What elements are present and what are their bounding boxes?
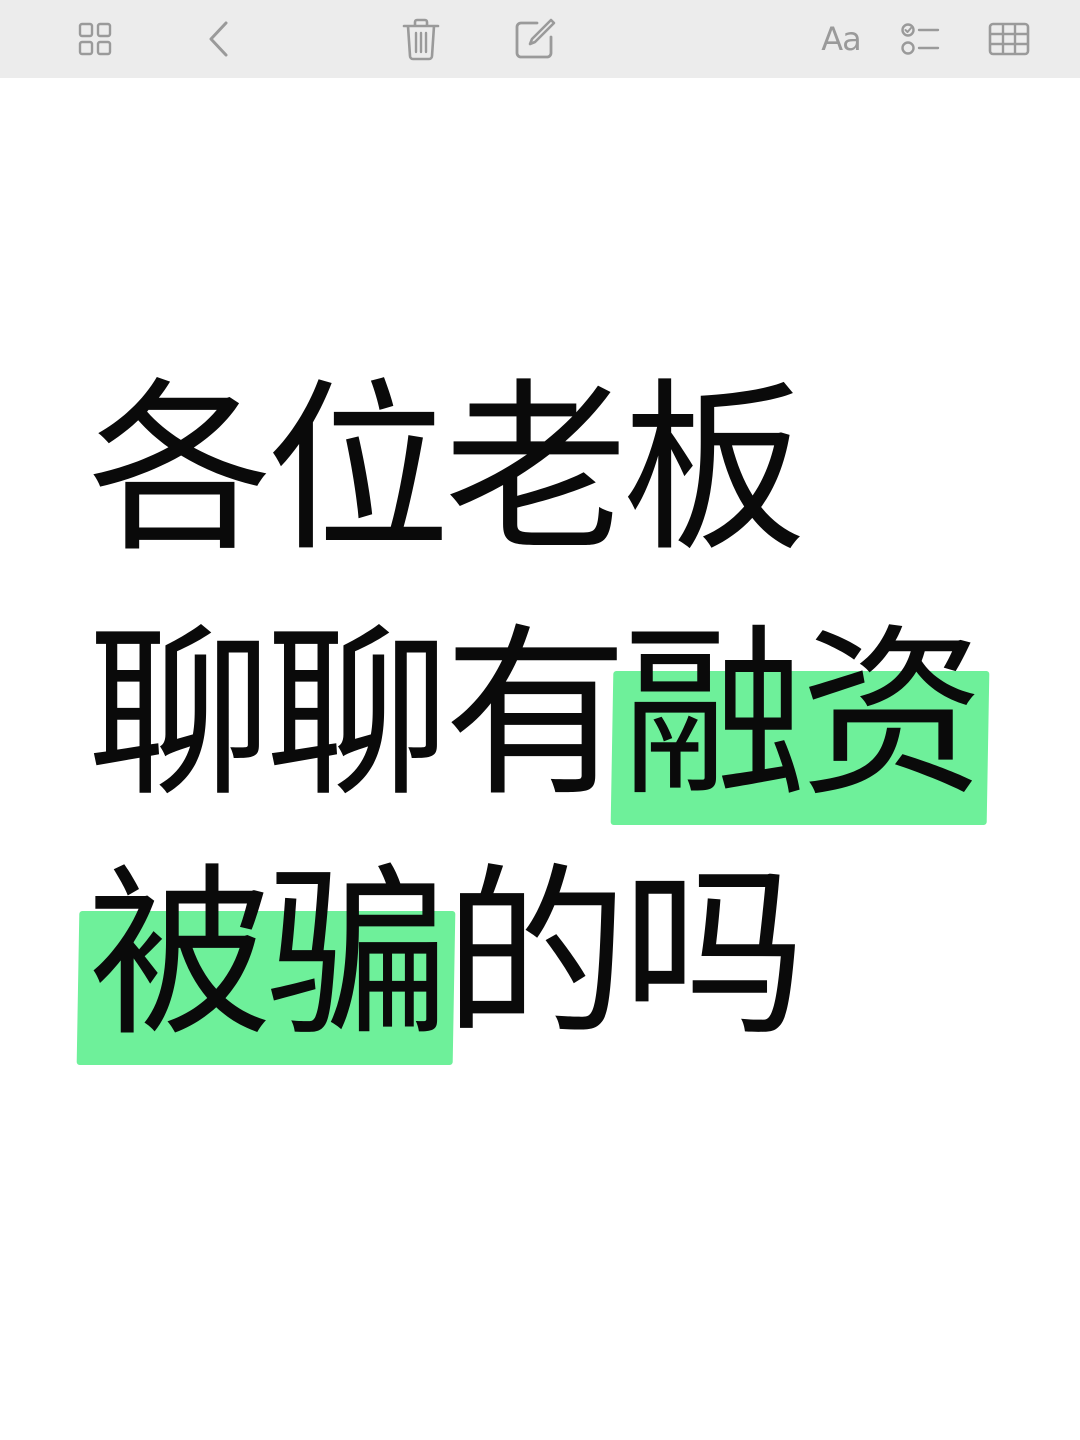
gallery-icon	[78, 22, 112, 56]
back-button[interactable]	[192, 12, 246, 66]
highlighted-text: 被骗	[88, 848, 450, 1062]
note-text: 各位老板	[88, 363, 806, 577]
note-line-3: 被骗的吗	[88, 848, 806, 1062]
compose-button[interactable]	[508, 12, 562, 66]
format-label: Aa	[821, 20, 861, 58]
delete-button[interactable]	[394, 12, 448, 66]
note-toolbar: Aa	[0, 0, 1080, 78]
note-editor[interactable]: 各位老板 聊聊有融资 被骗的吗	[0, 78, 1080, 1440]
note-text: 聊聊有	[88, 608, 628, 822]
compose-icon	[515, 18, 556, 59]
note-line-1: 各位老板	[88, 378, 806, 562]
checklist-icon	[901, 23, 940, 55]
trash-icon	[402, 18, 440, 61]
table-icon	[988, 22, 1030, 56]
highlighted-text: 融资	[622, 608, 984, 822]
note-text: 的吗	[444, 848, 806, 1062]
note-line-2: 聊聊有融资	[88, 608, 984, 822]
format-button[interactable]: Aa	[814, 12, 868, 66]
back-chevron-icon	[209, 21, 228, 57]
gallery-view-button[interactable]	[68, 12, 122, 66]
checklist-button[interactable]	[894, 12, 948, 66]
table-button[interactable]	[982, 12, 1036, 66]
